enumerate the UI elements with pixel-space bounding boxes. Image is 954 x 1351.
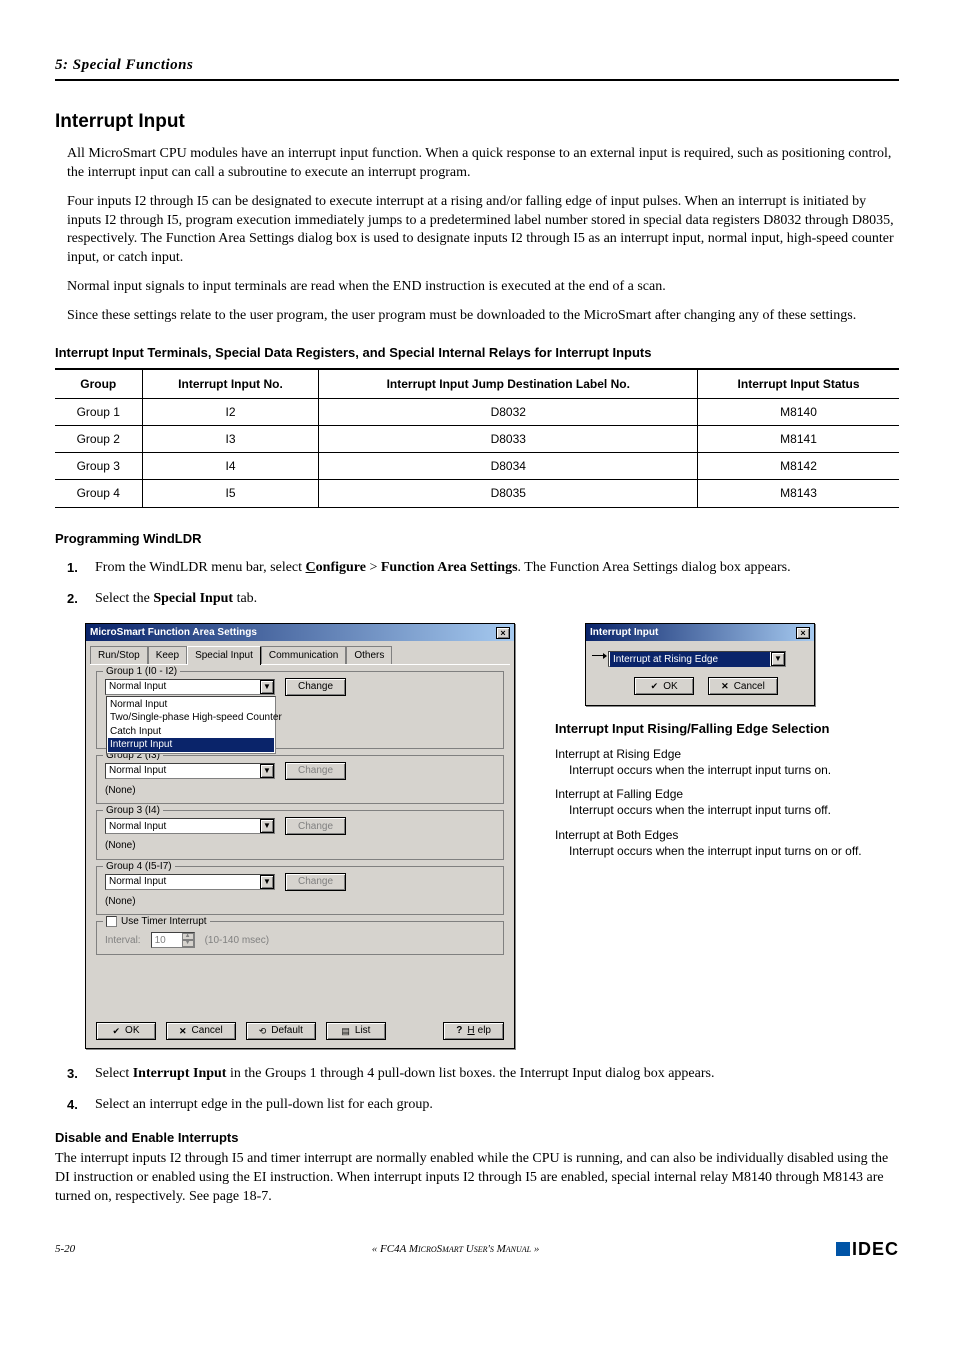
option-hsc[interactable]: Two/Single-phase High-speed Counter — [108, 711, 274, 725]
group4-legend: Group 4 (I5-I7) — [103, 860, 175, 874]
edge-item: Interrupt at Both EdgesInterrupt occurs … — [555, 827, 899, 859]
group3-status: (None) — [105, 839, 495, 853]
edge-select[interactable]: Interrupt at Rising Edge ▼ — [608, 651, 786, 667]
chevron-down-icon[interactable]: ▼ — [260, 680, 274, 694]
step-3: 3.Select Interrupt Input in the Groups 1… — [67, 1065, 899, 1084]
tab-keep[interactable]: Keep — [148, 646, 187, 665]
group3-select[interactable]: Normal Input▼ — [105, 818, 275, 834]
tab-runstop[interactable]: Run/Stop — [90, 646, 148, 665]
close-icon[interactable]: × — [496, 627, 510, 639]
interrupt-table: Group Interrupt Input No. Interrupt Inpu… — [55, 368, 899, 508]
paragraph: Four inputs I2 through I5 can be designa… — [67, 193, 899, 269]
cancel-button[interactable]: Cancel — [166, 1022, 236, 1040]
group2-change-button[interactable]: Change — [285, 762, 346, 780]
interval-spinner[interactable]: 10▲▼ — [151, 932, 195, 948]
timer-legend: Use Timer Interrupt — [103, 915, 210, 929]
default-button[interactable]: Default — [246, 1022, 316, 1040]
chevron-down-icon[interactable]: ▼ — [260, 764, 274, 778]
interval-unit: (10-140 msec) — [205, 934, 269, 948]
tab-communication[interactable]: Communication — [261, 646, 346, 665]
help-button[interactable]: Help — [443, 1022, 504, 1040]
paragraph: All MicroSmart CPU modules have an inter… — [67, 145, 899, 183]
tab-others[interactable]: Others — [346, 646, 392, 665]
group2-status: (None) — [105, 784, 495, 798]
interval-label: Interval: — [105, 934, 141, 948]
table-row: Group 4I5D8035M8143 — [55, 480, 899, 507]
chevron-down-icon[interactable]: ▼ — [771, 652, 785, 666]
paragraph: Since these settings relate to the user … — [67, 307, 899, 326]
logo-square-icon — [836, 1242, 850, 1256]
th-jump: Interrupt Input Jump Destination Label N… — [319, 369, 698, 399]
group4-change-button[interactable]: Change — [285, 873, 346, 891]
step-1: 1.From the WindLDR menu bar, select Conf… — [67, 559, 899, 578]
step-2: 2.Select the Special Input tab. — [67, 590, 899, 609]
option-interrupt[interactable]: Interrupt Input — [108, 738, 274, 752]
table-row: Group 1I2D8032M8140 — [55, 398, 899, 425]
section-title: Interrupt Input — [55, 109, 899, 135]
group2-select[interactable]: Normal Input▼ — [105, 763, 275, 779]
function-area-settings-dialog: MicroSmart Function Area Settings × Run/… — [85, 623, 515, 1049]
th-status: Interrupt Input Status — [698, 369, 899, 399]
paragraph: Normal input signals to input terminals … — [67, 278, 899, 297]
titlebar: Interrupt Input × — [586, 624, 814, 642]
dialog-title: Interrupt Input — [590, 626, 658, 640]
group3-box: Group 3 (I4) Normal Input▼ Change (None) — [96, 810, 504, 860]
th-group: Group — [55, 369, 142, 399]
disable-heading: Disable and Enable Interrupts — [55, 1129, 899, 1147]
timer-box: Use Timer Interrupt Interval: 10▲▼ (10-1… — [96, 921, 504, 955]
chevron-down-icon[interactable]: ▼ — [260, 875, 274, 889]
list-button[interactable]: List — [326, 1022, 386, 1040]
chevron-down-icon[interactable]: ▼ — [260, 819, 274, 833]
table-row: Group 2I3D8033M8141 — [55, 425, 899, 452]
group4-box: Group 4 (I5-I7) Normal Input▼ Change (No… — [96, 866, 504, 916]
dialog-title: MicroSmart Function Area Settings — [90, 626, 257, 640]
group1-change-button[interactable]: Change — [285, 678, 346, 696]
edge-selection-heading: Interrupt Input Rising/Falling Edge Sele… — [555, 720, 899, 738]
group1-options[interactable]: Normal Input Two/Single-phase High-speed… — [106, 696, 276, 754]
ok-button[interactable]: OK — [634, 677, 694, 695]
option-catch[interactable]: Catch Input — [108, 725, 274, 739]
ok-button[interactable]: OK — [96, 1022, 156, 1040]
close-icon[interactable]: × — [796, 627, 810, 639]
group1-box: Group 1 (I0 - I2) Normal Input ▼ Normal … — [96, 671, 504, 749]
interrupt-input-dialog: Interrupt Input × Interrupt at Rising Ed… — [585, 623, 815, 707]
edge-item: Interrupt at Falling EdgeInterrupt occur… — [555, 786, 899, 818]
group1-legend: Group 1 (I0 - I2) — [103, 665, 180, 679]
group3-legend: Group 3 (I4) — [103, 804, 163, 818]
tab-special-input[interactable]: Special Input — [187, 646, 261, 665]
option-normal[interactable]: Normal Input — [108, 698, 274, 712]
group2-box: Group 2 (I3) Normal Input▼ Change (None) — [96, 755, 504, 805]
tab-strip: Run/Stop Keep Special Input Communicatio… — [86, 641, 514, 664]
table-caption: Interrupt Input Terminals, Special Data … — [55, 344, 899, 362]
group4-status: (None) — [105, 895, 495, 909]
group1-select[interactable]: Normal Input ▼ Normal Input Two/Single-p… — [105, 679, 275, 695]
group3-change-button[interactable]: Change — [285, 817, 346, 835]
paragraph: The interrupt inputs I2 through I5 and t… — [55, 1150, 899, 1207]
manual-title: « FC4A MicroSmart User's Manual » — [372, 1242, 540, 1257]
programming-heading: Programming WindLDR — [55, 530, 899, 548]
titlebar: MicroSmart Function Area Settings × — [86, 624, 514, 642]
group4-select[interactable]: Normal Input▼ — [105, 874, 275, 890]
brand-logo: IDEC — [836, 1237, 899, 1261]
chapter-header: 5: Special Functions — [55, 55, 899, 81]
edge-item: Interrupt at Rising EdgeInterrupt occurs… — [555, 746, 899, 778]
th-input-no: Interrupt Input No. — [142, 369, 319, 399]
page-number: 5-20 — [55, 1242, 75, 1257]
step-4: 4.Select an interrupt edge in the pull-d… — [67, 1096, 899, 1115]
table-row: Group 3I4D8034M8142 — [55, 453, 899, 480]
timer-checkbox[interactable] — [106, 916, 117, 927]
page-footer: 5-20 « FC4A MicroSmart User's Manual » I… — [55, 1237, 899, 1261]
arrow-icon — [592, 655, 606, 656]
cancel-button[interactable]: Cancel — [708, 677, 778, 695]
